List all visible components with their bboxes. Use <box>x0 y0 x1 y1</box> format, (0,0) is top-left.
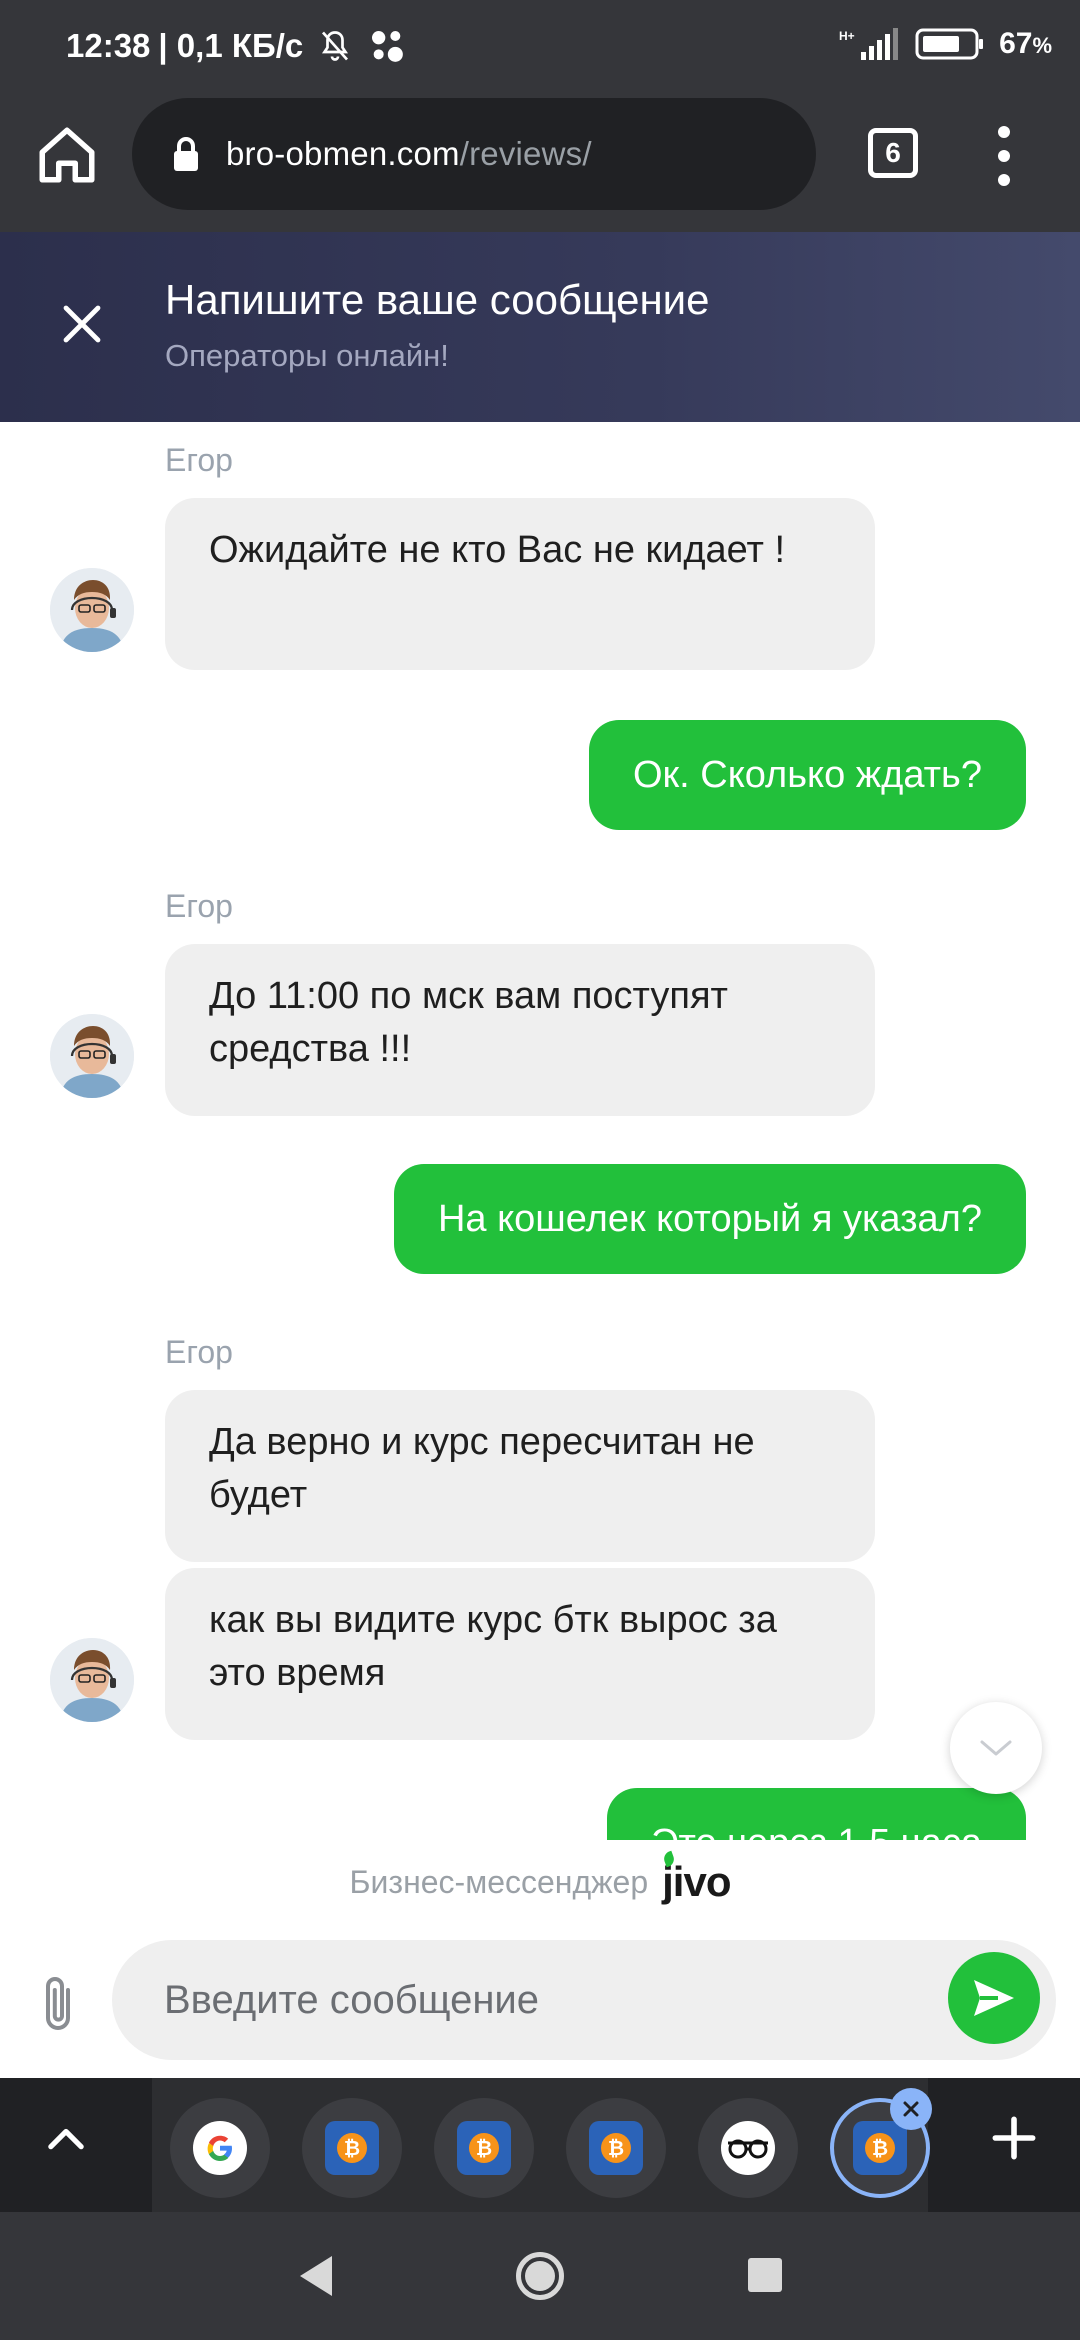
lock-icon <box>174 137 198 171</box>
home-nav-icon[interactable] <box>516 2252 564 2300</box>
message-input[interactable] <box>164 1968 924 2032</box>
svg-text:₿: ₿ <box>476 2138 492 2160</box>
outgoing-message: Ок. Сколько ждать? <box>588 720 1026 830</box>
paperclip-icon[interactable] <box>36 1972 80 2036</box>
tab-google[interactable] <box>170 2098 270 2198</box>
powered-by[interactable]: Бизнес-мессенджер jivo <box>0 1840 1080 1924</box>
message-sender: Егор <box>165 442 233 478</box>
tab-bitcoin[interactable]: ₿ <box>302 2098 402 2198</box>
app-notification-icon <box>372 31 404 62</box>
tab-switcher-button[interactable]: 6 <box>868 128 918 178</box>
send-button[interactable] <box>948 1952 1040 2044</box>
send-icon <box>974 1980 1014 2016</box>
close-icon[interactable] <box>58 300 106 348</box>
chat-title: Напишите ваше сообщение <box>165 276 710 323</box>
bitcoin-icon: ₿ <box>457 2121 511 2175</box>
battery-level: 67 <box>999 27 1033 60</box>
network-speed: | 0,1 КБ/с <box>158 27 304 64</box>
jivo-logo: jivo <box>662 1850 731 1906</box>
operator-avatar <box>50 568 134 652</box>
close-tab-button[interactable] <box>890 2088 932 2130</box>
navigation-bar <box>0 2212 1080 2340</box>
url-domain: bro-obmen.com <box>226 135 460 172</box>
incoming-message: Ожидайте не кто Вас не кидает ! <box>165 498 875 670</box>
url-text: bro-obmen.com/reviews/ <box>226 135 592 173</box>
overflow-menu-icon[interactable] <box>990 126 1018 186</box>
chat-subtitle: Операторы онлайн! <box>165 338 449 373</box>
bell-muted-icon <box>322 31 349 61</box>
message-input-container <box>112 1940 1056 2060</box>
svg-text:₿: ₿ <box>608 2138 624 2160</box>
bitcoin-icon: ₿ <box>589 2121 643 2175</box>
svg-text:₿: ₿ <box>344 2138 360 2160</box>
incoming-message: До 11:00 по мск вам поступят средства !!… <box>165 944 875 1116</box>
outgoing-message: Это через 1,5 часа <box>607 1788 1026 1840</box>
message-sender: Егор <box>165 888 233 924</box>
chat-header: Напишите ваше сообщение Операторы онлайн… <box>0 232 1080 422</box>
browser-toolbar: bro-obmen.com/reviews/ 6 <box>0 96 1080 232</box>
home-icon[interactable] <box>34 122 100 188</box>
message-list[interactable]: Егор Ожидайте не кто Вас не кидает ! Ок.… <box>0 422 1080 1840</box>
status-bar: 12:38 | 0,1 КБ/с H+ 67% <box>0 0 1080 96</box>
tab-bitcoin[interactable]: ₿ <box>434 2098 534 2198</box>
google-icon <box>193 2121 247 2175</box>
glasses-icon <box>721 2121 775 2175</box>
url-path: /reviews/ <box>459 135 592 172</box>
tab-switcher-bar: ₿ ₿ ₿ ₿ <box>0 2078 1080 2212</box>
bitcoin-icon: ₿ <box>853 2121 907 2175</box>
brand-label: Бизнес-мессенджер <box>349 1863 649 1900</box>
address-bar[interactable]: bro-obmen.com/reviews/ <box>132 98 816 210</box>
operator-avatar <box>50 1638 134 1722</box>
message-sender: Егор <box>165 1334 233 1370</box>
chevron-up-icon[interactable] <box>40 2112 92 2164</box>
chevron-down-icon <box>980 1740 1012 1756</box>
battery-icon <box>915 28 984 60</box>
incoming-message: как вы видите курс бтк вырос за это врем… <box>165 1568 875 1740</box>
outgoing-message: На кошелек который я указал? <box>393 1164 1026 1274</box>
signal-type-label: H+ <box>839 29 855 43</box>
bitcoin-icon: ₿ <box>325 2121 379 2175</box>
plus-icon[interactable] <box>986 2110 1042 2166</box>
battery-unit: % <box>1032 33 1052 58</box>
close-icon <box>903 2101 919 2117</box>
signal-icon: H+ <box>839 28 899 60</box>
svg-text:₿: ₿ <box>872 2138 888 2160</box>
tab-incognito[interactable] <box>698 2098 798 2198</box>
back-icon[interactable] <box>296 2254 336 2298</box>
tab-bitcoin[interactable]: ₿ <box>566 2098 666 2198</box>
operator-avatar <box>50 1014 134 1098</box>
incoming-message: Да верно и курс пересчитан не будет <box>165 1390 875 1562</box>
recent-apps-icon[interactable] <box>748 2258 782 2292</box>
scroll-down-button[interactable] <box>950 1702 1042 1794</box>
status-time: 12:38 <box>66 27 151 64</box>
